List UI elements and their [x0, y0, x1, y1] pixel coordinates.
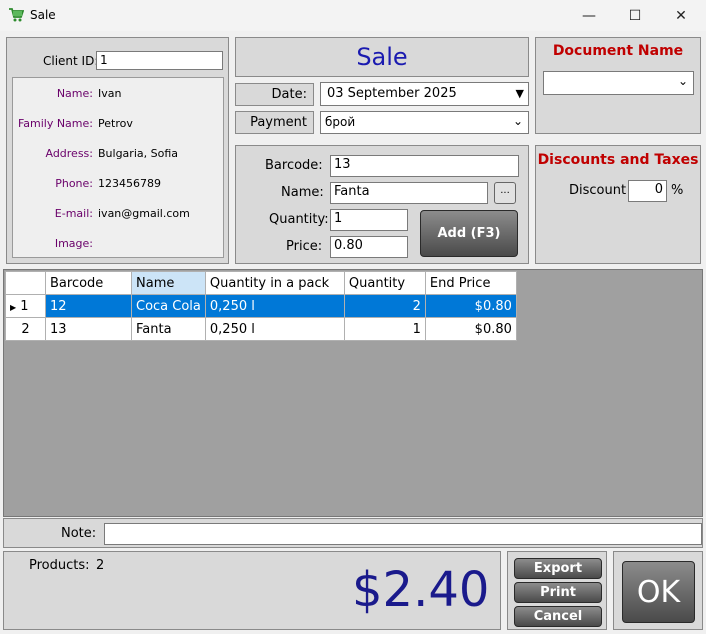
date-label-box: Date:	[235, 83, 314, 106]
table-row[interactable]: ▶ 1 12 Coca Cola 0,250 l 2 $0.80	[5, 294, 517, 318]
quantity-label: Quantity:	[269, 212, 329, 227]
client-address-value: Bulgaria, Sofia	[98, 147, 178, 160]
browse-button[interactable]: ...	[494, 182, 516, 204]
client-address-label: Address:	[45, 147, 93, 160]
cancel-button[interactable]: Cancel	[514, 606, 602, 627]
date-value: 03 September 2025	[327, 86, 457, 101]
document-panel: Document Name ⌄	[535, 37, 701, 134]
discounts-panel: Discounts and Taxes Discount 0 %	[535, 145, 701, 264]
chevron-down-icon: ▼	[515, 87, 524, 100]
cell-barcode[interactable]: 12	[45, 294, 132, 318]
maximize-icon: ☐	[628, 7, 642, 24]
discount-input[interactable]: 0	[628, 180, 667, 202]
cell-pack[interactable]: 0,250 l	[204, 294, 345, 318]
summary-panel: Products: 2 $2.40	[3, 551, 501, 630]
cell-quantity[interactable]: 2	[343, 294, 426, 318]
client-name-label: Name:	[56, 87, 93, 100]
grid-header-row: Barcode Name Quantity in a pack Quantity…	[5, 271, 517, 295]
client-id-label: Client ID:	[43, 54, 99, 68]
client-id-input[interactable]: 1	[96, 51, 223, 70]
table-row[interactable]: 2 13 Fanta 0,250 l 1 $0.80	[5, 317, 517, 341]
item-name-input[interactable]: Fanta	[330, 182, 488, 204]
column-header-end-price[interactable]: End Price	[424, 271, 517, 295]
item-name-label: Name:	[281, 185, 324, 200]
client-phone-label: Phone:	[55, 177, 93, 190]
date-label: Date:	[271, 87, 307, 102]
client-family-value: Petrov	[98, 117, 133, 130]
cell-name[interactable]: Coca Cola	[131, 294, 206, 318]
row-number: 1	[20, 298, 29, 314]
document-title: Document Name	[552, 43, 684, 59]
cell-barcode[interactable]: 13	[45, 317, 132, 341]
minimize-button[interactable]: —	[566, 0, 612, 31]
document-select[interactable]: ⌄	[543, 71, 694, 95]
note-bar: Note:	[3, 518, 703, 548]
sale-title-panel: Sale	[235, 37, 529, 77]
column-header-quantity[interactable]: Quantity	[343, 271, 426, 295]
payment-label-box: Payment	[235, 111, 314, 134]
minimize-icon: —	[582, 7, 596, 24]
cell-name[interactable]: Fanta	[131, 317, 206, 341]
export-button[interactable]: Export	[514, 558, 602, 579]
window-title: Sale	[30, 8, 56, 22]
title-bar: Sale — ☐ ✕	[0, 0, 706, 31]
chevron-down-icon: ⌄	[677, 74, 688, 88]
price-input[interactable]: 0.80	[330, 236, 408, 258]
print-button[interactable]: Print	[514, 582, 602, 603]
shopping-cart-icon	[9, 8, 24, 22]
ok-button[interactable]: OK	[622, 561, 695, 623]
total-amount: $2.40	[352, 562, 490, 618]
client-family-label: Family Name:	[17, 117, 93, 130]
row-header[interactable]: 2	[5, 317, 46, 341]
page-title: Sale	[356, 43, 408, 71]
products-count: 2	[96, 558, 105, 573]
cell-pack[interactable]: 0,250 l	[204, 317, 345, 341]
items-grid: Barcode Name Quantity in a pack Quantity…	[5, 271, 517, 341]
chevron-down-icon: ⌄	[512, 114, 523, 128]
client-panel: Client ID: 1 Name: Ivan Family Name: Pet…	[6, 37, 229, 264]
barcode-input[interactable]: 13	[330, 155, 519, 177]
maximize-button[interactable]: ☐	[612, 0, 658, 31]
add-button[interactable]: Add (F3)	[420, 210, 518, 257]
cell-end-price[interactable]: $0.80	[424, 294, 517, 318]
payment-value: брой	[325, 115, 356, 129]
cell-end-price[interactable]: $0.80	[424, 317, 517, 341]
client-phone-value: 123456789	[98, 177, 161, 190]
percent-label: %	[671, 183, 684, 198]
ok-panel: OK	[613, 551, 703, 630]
close-button[interactable]: ✕	[658, 0, 704, 31]
payment-label: Payment	[250, 115, 307, 130]
products-label: Products:	[29, 558, 90, 573]
grid-corner	[5, 271, 46, 295]
client-details-box: Name: Ivan Family Name: Petrov Address: …	[12, 77, 224, 258]
client-email-label: E-mail:	[54, 207, 93, 220]
column-header-barcode[interactable]: Barcode	[45, 271, 132, 295]
client-name-value: Ivan	[98, 87, 122, 100]
barcode-label: Barcode:	[265, 158, 323, 173]
item-entry-panel: Barcode: 13 Name: Fanta ... Quantity: 1 …	[235, 145, 529, 264]
cell-quantity[interactable]: 1	[343, 317, 426, 341]
row-number: 2	[21, 321, 30, 337]
discount-label: Discount	[569, 183, 627, 198]
column-header-name[interactable]: Name	[131, 271, 206, 295]
price-label: Price:	[286, 239, 323, 254]
column-header-pack[interactable]: Quantity in a pack	[204, 271, 345, 295]
row-header[interactable]: ▶ 1	[5, 294, 46, 318]
actions-panel: Export Print Cancel	[507, 551, 607, 630]
note-label: Note:	[61, 526, 97, 541]
client-email-value: ivan@gmail.com	[98, 207, 190, 220]
current-row-icon: ▶	[10, 302, 17, 312]
client-image-label: Image:	[54, 237, 93, 250]
date-picker[interactable]: 03 September 2025 ▼	[320, 82, 529, 106]
discounts-title: Discounts and Taxes	[537, 152, 699, 168]
payment-select[interactable]: брой ⌄	[320, 111, 529, 134]
note-input[interactable]	[104, 523, 702, 545]
quantity-input[interactable]: 1	[330, 209, 408, 231]
close-icon: ✕	[675, 7, 687, 24]
